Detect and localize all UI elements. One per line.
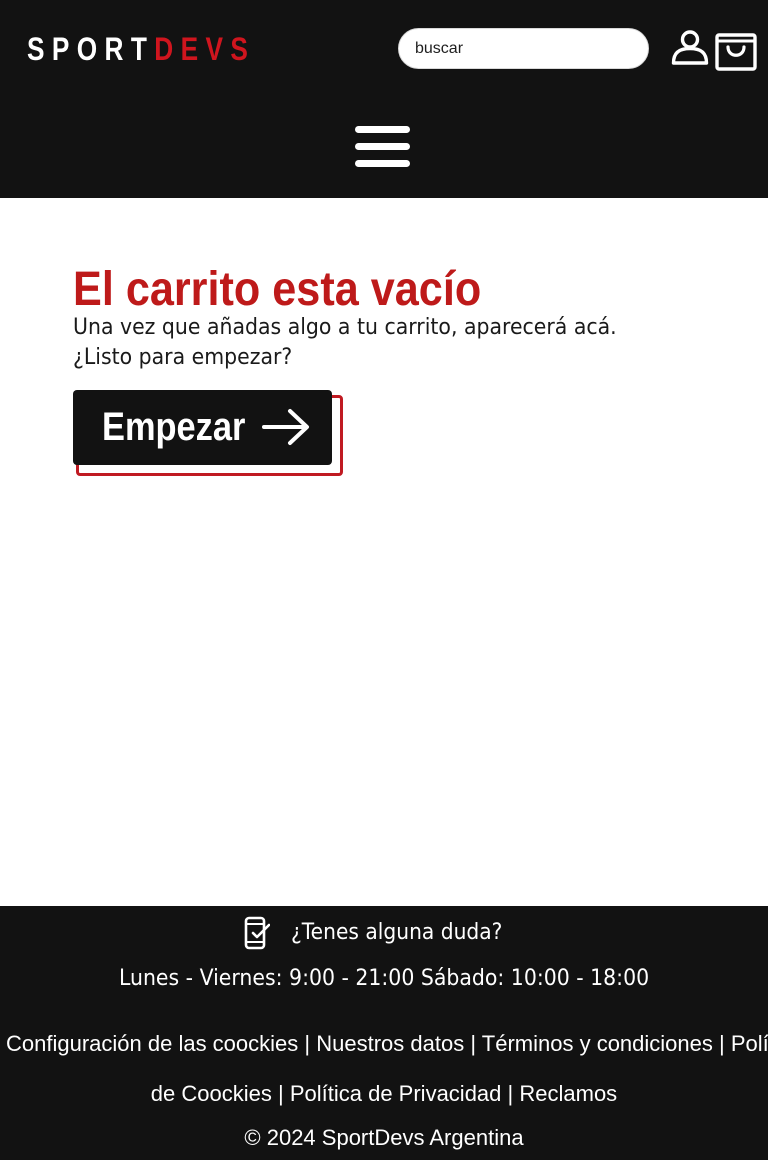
start-button[interactable]: Empezar (73, 390, 332, 465)
copyright-text: © 2024 SportDevs Argentina (244, 1125, 524, 1150)
footer-link-cookie-policy-part2[interactable]: de Coockies (151, 1081, 272, 1106)
link-separator: | (304, 1031, 311, 1056)
footer-links-row-1: Configuración de las coockies | Nuestros… (6, 1019, 768, 1069)
link-separator: | (507, 1081, 514, 1106)
footer-link-cookie-settings[interactable]: Configuración de las coockies (6, 1031, 298, 1056)
empty-cart-section: El carrito esta vacío Una vez que añadas… (0, 198, 768, 906)
brand-logo[interactable]: SPORTDEVS (27, 30, 255, 68)
cart-bag-icon[interactable] (715, 30, 757, 72)
site-header: SPORTDEVS (0, 0, 768, 198)
hamburger-menu-icon[interactable] (355, 126, 412, 170)
logo-sport-text: SPORT (27, 31, 155, 67)
arrow-right-icon (262, 409, 309, 445)
description-line-2: ¿Listo para empezar? (73, 345, 293, 370)
help-contact[interactable]: ¿Tenes alguna duda? (0, 912, 768, 952)
logo-devs-text: DEVS (154, 31, 256, 67)
business-hours-text: Lunes - Viernes: 9:00 - 21:00 Sábado: 10… (118, 966, 650, 991)
footer-link-cookie-policy-part1[interactable]: Política (731, 1031, 768, 1056)
search-box[interactable] (398, 28, 649, 69)
menu-bar (355, 126, 410, 133)
mobile-check-icon (244, 916, 270, 950)
footer-links: Configuración de las coockies | Nuestros… (6, 1019, 768, 1119)
menu-bar (355, 143, 410, 150)
empty-cart-title: El carrito esta vacío (73, 263, 482, 316)
footer-links-row-2: de Coockies | Política de Privacidad | R… (6, 1069, 762, 1119)
link-separator: | (278, 1081, 284, 1106)
footer-link-terms[interactable]: Términos y condiciones (482, 1031, 713, 1056)
start-button-wrapper: Empezar (73, 390, 345, 478)
link-separator: | (719, 1031, 725, 1056)
link-separator: | (470, 1031, 477, 1056)
site-footer: ¿Tenes alguna duda? Lunes - Viernes: 9:0… (0, 906, 768, 1160)
footer-link-claims[interactable]: Reclamos (519, 1081, 617, 1106)
user-icon[interactable] (671, 29, 709, 67)
search-input[interactable] (399, 29, 648, 68)
start-button-label: Empezar (102, 405, 246, 449)
empty-cart-description: Una vez que añadas algo a tu carrito, ap… (73, 313, 668, 373)
business-hours: Lunes - Viernes: 9:00 - 21:00 Sábado: 10… (0, 964, 768, 994)
footer-link-our-data[interactable]: Nuestros datos (316, 1031, 464, 1056)
description-line-1: Una vez que añadas algo a tu carrito, ap… (73, 315, 617, 340)
help-question-text: ¿Tenes alguna duda? (291, 920, 503, 945)
menu-bar (355, 160, 410, 167)
footer-link-privacy-policy[interactable]: Política de Privacidad (290, 1081, 502, 1106)
